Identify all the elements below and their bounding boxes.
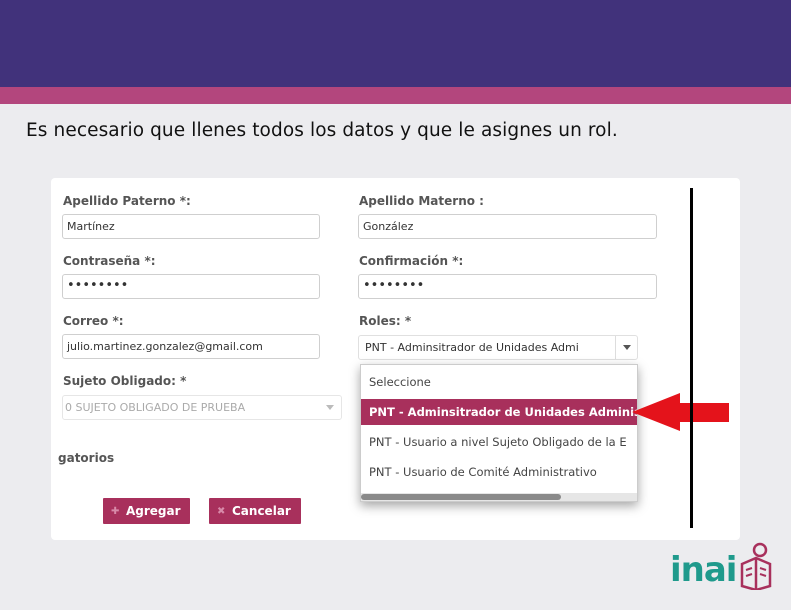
close-icon: ✖	[217, 505, 226, 517]
apellido-materno-label: Apellido Materno :	[359, 194, 484, 208]
plus-icon: ✚	[111, 505, 120, 517]
correo-input[interactable]: julio.martinez.gonzalez@gmail.com	[62, 334, 320, 359]
chevron-down-icon[interactable]	[615, 336, 637, 359]
dropdown-option[interactable]: Seleccione	[361, 369, 637, 395]
apellido-materno-input[interactable]: González	[358, 214, 657, 239]
sujeto-obligado-label: Sujeto Obligado: *	[63, 374, 187, 388]
dropdown-option[interactable]: PNT - Usuario de Comité Administrativo	[361, 459, 637, 485]
dropdown-option-selected[interactable]: PNT - Adminsitrador de Unidades Administ	[361, 399, 637, 425]
contrasena-label: Contraseña *:	[63, 254, 156, 268]
confirmacion-label: Confirmación *:	[359, 254, 464, 268]
person-with-box-icon	[740, 542, 772, 590]
red-arrow-icon	[632, 393, 729, 431]
inai-logo: inai	[670, 542, 776, 592]
obligatorios-note: gatorios	[58, 451, 115, 465]
apellido-paterno-label: Apellido Paterno *:	[63, 194, 191, 208]
apellido-paterno-input[interactable]: Martínez	[62, 214, 320, 239]
roles-label: Roles: *	[359, 314, 412, 328]
roles-select-value: PNT - Adminsitrador de Unidades Admi	[365, 341, 579, 354]
agregar-button-label: Agregar	[126, 504, 181, 518]
header-band	[0, 0, 791, 87]
accent-band	[0, 87, 791, 104]
sujeto-obligado-select[interactable]: 0 SUJETO OBLIGADO DE PRUEBA	[62, 395, 342, 420]
dropdown-horizontal-scrollbar[interactable]	[361, 493, 637, 501]
vertical-divider	[690, 188, 693, 528]
correo-label: Correo *:	[63, 314, 124, 328]
confirmacion-input[interactable]: ••••••••	[358, 274, 657, 299]
instruction-text: Es necesario que llenes todos los datos …	[26, 120, 618, 141]
sujeto-obligado-value: 0 SUJETO OBLIGADO DE PRUEBA	[65, 401, 246, 414]
logo-text: inai	[670, 550, 737, 590]
cancelar-button-label: Cancelar	[232, 504, 291, 518]
agregar-button[interactable]: ✚ Agregar	[103, 498, 190, 524]
scrollbar-thumb[interactable]	[361, 494, 561, 500]
chevron-down-icon	[319, 396, 341, 419]
cancelar-button[interactable]: ✖ Cancelar	[209, 498, 301, 524]
dropdown-option[interactable]: PNT - Usuario a nivel Sujeto Obligado de…	[361, 429, 637, 455]
contrasena-input[interactable]: ••••••••	[62, 274, 320, 299]
roles-dropdown-list[interactable]: Seleccione PNT - Adminsitrador de Unidad…	[360, 364, 638, 502]
roles-select[interactable]: PNT - Adminsitrador de Unidades Admi	[358, 335, 638, 360]
